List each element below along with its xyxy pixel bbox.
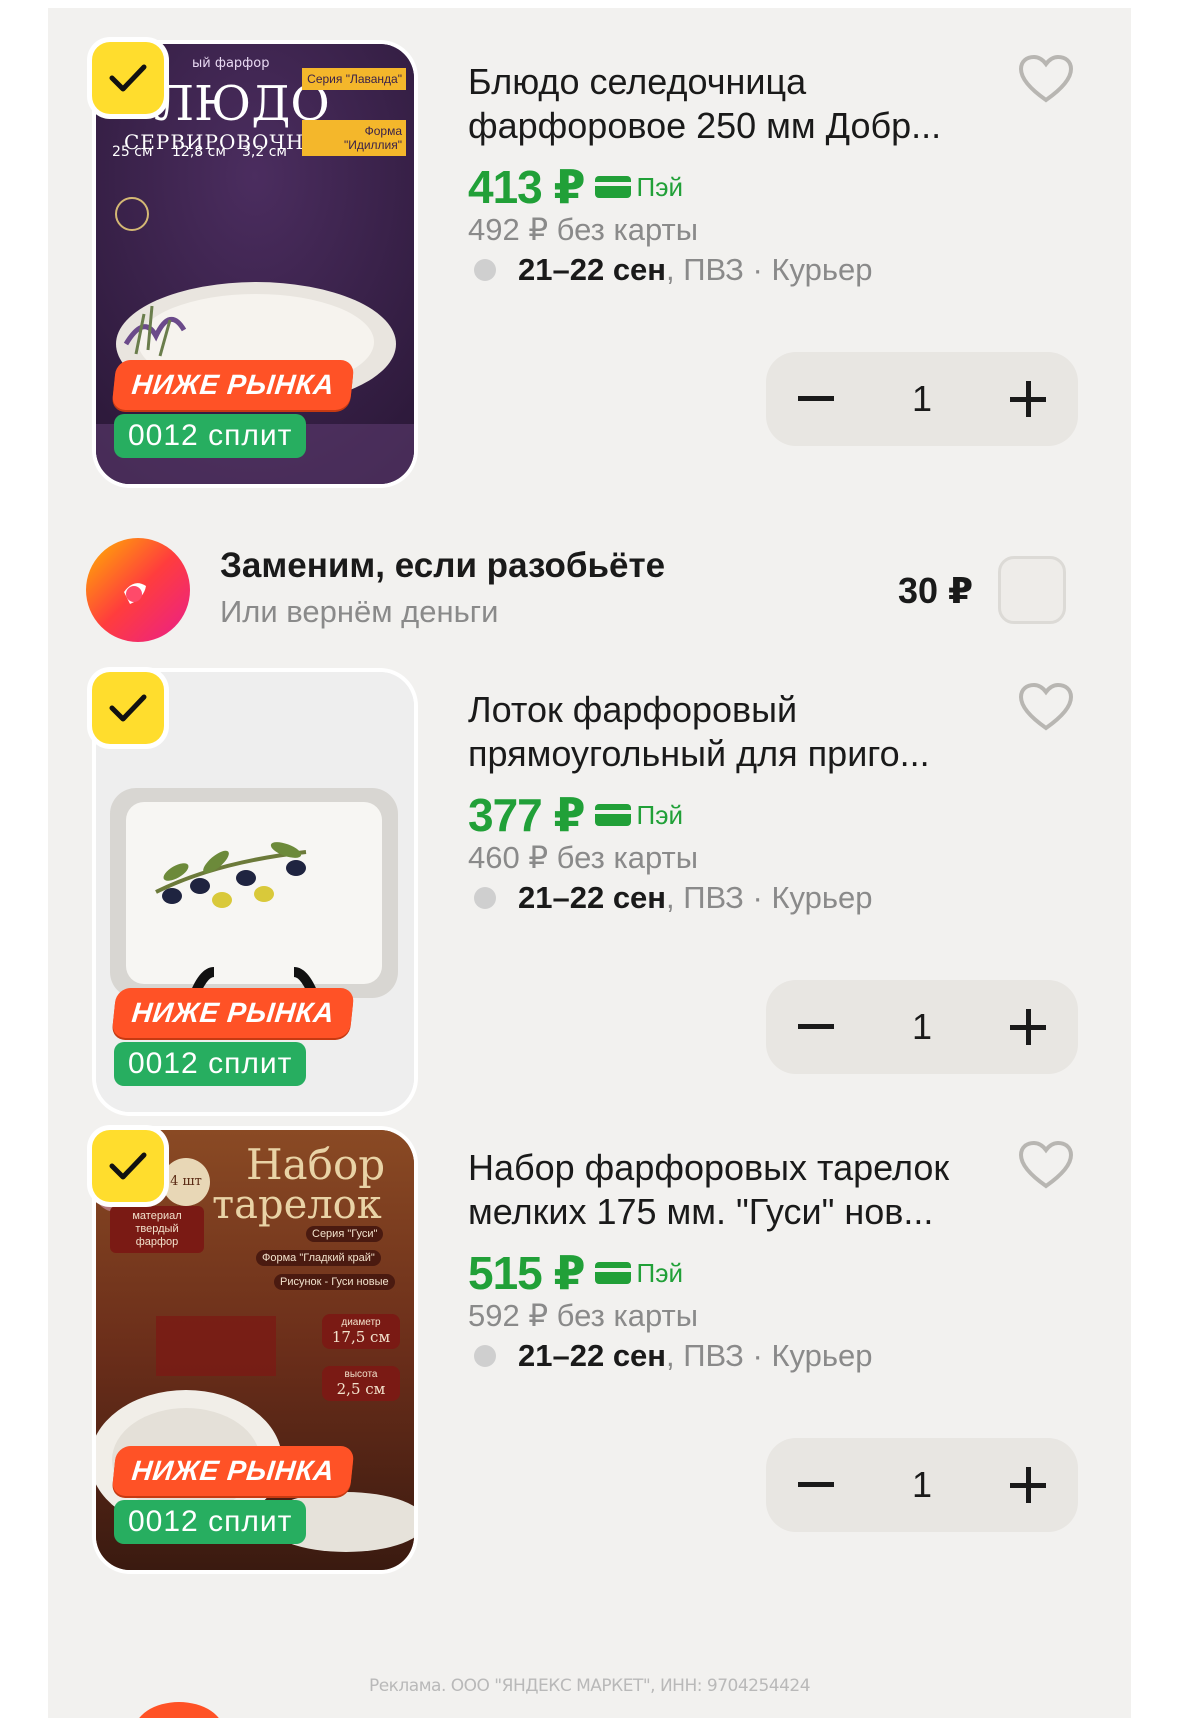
decrease-button[interactable] bbox=[766, 1438, 866, 1532]
check-icon bbox=[109, 1152, 147, 1180]
price-without-card: 460 ₽ без карты bbox=[468, 840, 698, 875]
increase-button[interactable] bbox=[978, 1438, 1078, 1532]
insurance-title: Заменим, если разобьёте bbox=[220, 546, 666, 585]
increase-button[interactable] bbox=[978, 980, 1078, 1074]
price: 413 ₽ bbox=[468, 161, 586, 213]
image-pattern-tag: Рисунок - Гуси новые bbox=[274, 1274, 395, 1290]
delivery-date: 21–22 сен bbox=[518, 880, 667, 915]
pay-label: Пэй bbox=[636, 1257, 684, 1288]
minus-icon bbox=[798, 396, 834, 401]
product-title[interactable]: Набор фарфоровых тарелок мелких 175 мм. … bbox=[468, 1146, 988, 1234]
price-row: 413 ₽ Пэй bbox=[468, 160, 683, 214]
minus-icon bbox=[798, 1024, 834, 1029]
delivery-info: 21–22 сен , ПВЗ · Курьер bbox=[468, 252, 873, 288]
badge-split: 0012 сплит bbox=[114, 414, 307, 458]
image-count-badge: 4 шт bbox=[162, 1158, 210, 1206]
delivery-dot-icon bbox=[474, 259, 496, 281]
delivery-method: , ПВЗ · Курьер bbox=[666, 1338, 873, 1373]
image-series-tag: Серия "Гуси" bbox=[306, 1226, 384, 1242]
price-without-card: 592 ₽ без карты bbox=[468, 1298, 698, 1333]
image-height-value: 2,5 см bbox=[336, 1380, 386, 1398]
minus-icon bbox=[798, 1482, 834, 1487]
insurance-price: 30 ₽ bbox=[898, 570, 974, 611]
image-diameter: диаметр 17,5 см bbox=[322, 1314, 400, 1349]
image-diameter-value: 17,5 см bbox=[331, 1328, 391, 1346]
cart-list: 25 см 12,8 см 3,2 см ый фарфор ЛЮДО СЕРВ… bbox=[48, 8, 1131, 1718]
image-series-tag: Серия "Лаванда" bbox=[302, 68, 406, 90]
delivery-method: , ПВЗ · Курьер bbox=[666, 252, 873, 287]
image-material-tag: материал твердый фарфор bbox=[110, 1206, 204, 1253]
badge-split: 0012 сплит bbox=[114, 1042, 307, 1086]
plus-icon bbox=[1010, 1467, 1046, 1503]
image-height-label: высота bbox=[344, 1369, 378, 1380]
card-icon bbox=[594, 1262, 631, 1284]
image-height: высота 2,5 см bbox=[322, 1366, 400, 1401]
select-checkbox[interactable] bbox=[92, 42, 164, 114]
badge-lower-than-market: НИЖЕ РЫНКА bbox=[111, 988, 355, 1038]
plus-icon bbox=[1010, 381, 1046, 417]
badge-split: 0012 сплит bbox=[114, 1500, 307, 1544]
delivery-date: 21–22 сен bbox=[518, 252, 667, 287]
check-icon bbox=[109, 64, 147, 92]
delivery-info: 21–22 сен , ПВЗ · Курьер bbox=[468, 880, 873, 916]
image-caption-top: ый фарфор bbox=[192, 56, 270, 71]
select-checkbox[interactable] bbox=[92, 672, 164, 744]
decrease-button[interactable] bbox=[766, 980, 866, 1074]
delivery-dot-icon bbox=[474, 1345, 496, 1367]
price-row: 515 ₽ Пэй bbox=[468, 1246, 683, 1300]
image-caption-big2: тарелок bbox=[212, 1182, 382, 1228]
heart-icon[interactable] bbox=[1018, 682, 1074, 732]
card-icon bbox=[594, 176, 631, 198]
quantity-value: 1 bbox=[911, 378, 933, 419]
heart-icon[interactable] bbox=[1018, 1140, 1074, 1190]
card-icon bbox=[594, 804, 631, 826]
quantity-value: 1 bbox=[911, 1006, 933, 1047]
product-title[interactable]: Лоток фарфоровый прямоугольный для приго… bbox=[468, 688, 988, 776]
insurance-option: Заменим, если разобьёте Или вернём деньг… bbox=[48, 536, 1131, 656]
pay-label: Пэй bbox=[636, 171, 684, 202]
quantity-stepper: 1 bbox=[766, 1438, 1078, 1532]
check-icon bbox=[109, 694, 147, 722]
product-title[interactable]: Блюдо селедочница фарфоровое 250 мм Добр… bbox=[468, 60, 988, 148]
ad-disclaimer: Реклама. ООО "ЯНДЕКС МАРКЕТ", ИНН: 97042… bbox=[368, 1676, 811, 1696]
badge-lower-than-market: НИЖЕ РЫНКА bbox=[111, 360, 355, 410]
price-without-card: 492 ₽ без карты bbox=[468, 212, 698, 247]
plus-icon bbox=[1010, 1009, 1046, 1045]
quantity-stepper: 1 bbox=[766, 352, 1078, 446]
price: 515 ₽ bbox=[468, 1247, 586, 1299]
delivery-date: 21–22 сен bbox=[518, 1338, 667, 1373]
next-item-image-peek bbox=[134, 1702, 224, 1718]
badge-lower-than-market: НИЖЕ РЫНКА bbox=[111, 1446, 355, 1496]
heart-icon[interactable] bbox=[1018, 54, 1074, 104]
price-row: 377 ₽ Пэй bbox=[468, 788, 683, 842]
insurance-subtitle: Или вернём деньги bbox=[220, 594, 499, 629]
increase-button[interactable] bbox=[978, 352, 1078, 446]
delivery-method: , ПВЗ · Курьер bbox=[666, 880, 873, 915]
delivery-dot-icon bbox=[474, 887, 496, 909]
select-checkbox[interactable] bbox=[92, 1130, 164, 1202]
decrease-button[interactable] bbox=[766, 352, 866, 446]
image-form-tag: Форма "Идиллия" bbox=[302, 120, 406, 156]
pay-label: Пэй bbox=[636, 799, 684, 830]
quantity-value: 1 bbox=[911, 1464, 933, 1505]
insurance-logo-icon bbox=[86, 538, 190, 642]
price: 377 ₽ bbox=[468, 789, 586, 841]
insurance-checkbox[interactable] bbox=[998, 556, 1066, 624]
image-form-tag: Форма "Гладкий край" bbox=[256, 1250, 381, 1266]
delivery-info: 21–22 сен , ПВЗ · Курьер bbox=[468, 1338, 873, 1374]
image-diameter-label: диаметр bbox=[341, 1317, 381, 1328]
quantity-stepper: 1 bbox=[766, 980, 1078, 1074]
